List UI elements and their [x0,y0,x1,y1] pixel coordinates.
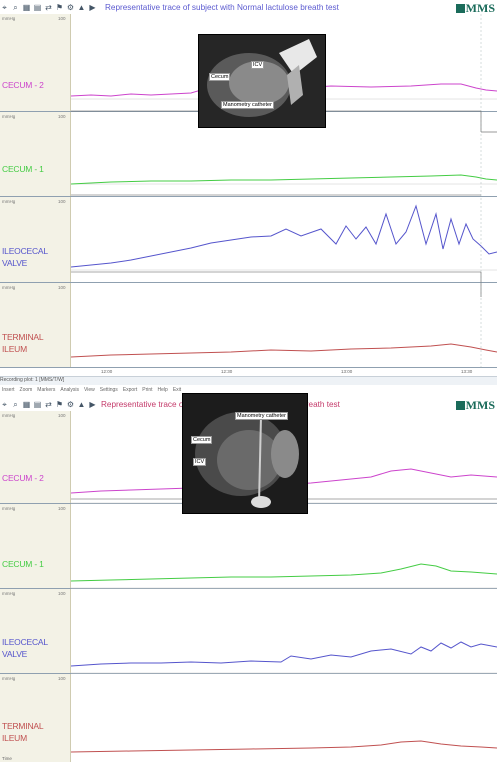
logo-square-icon [455,401,465,410]
logo-square-icon [455,4,465,13]
grid-icon[interactable]: ▦ [22,400,31,409]
callout-catheter: Manometry catheter [221,101,274,109]
callout-icv: ICV [193,458,207,466]
scale-label: 100 [58,16,66,21]
marker-icon[interactable]: ▲ [77,400,86,409]
time-tick: 12:30 [221,369,233,374]
callout-icv: ICV [251,61,265,69]
scale-label: 100 [58,413,66,418]
marker-icon[interactable]: ▲ [77,3,86,12]
menu-item[interactable]: View [84,387,95,395]
bottom-time-label: Time [2,756,12,761]
channel-label-terminal-ileum: TERMINAL ILEUM [2,721,44,743]
flag-icon[interactable]: ⚑ [55,400,64,409]
channel-label-terminal-ileum: TERMINAL ILEUM [2,332,44,354]
run-icon[interactable]: ▶ [88,3,97,12]
unit-label: mmHg [2,591,16,596]
trace-ileocecal [71,204,497,268]
zoom-icon[interactable]: ⌕ [11,400,20,409]
channel-label-cecum-2: CECUM - 2 [2,80,44,90]
menu-item[interactable]: Settings [100,387,118,395]
callout-catheter: Manometry catheter [235,412,288,420]
callout-cecum: Cecum [191,436,213,444]
menu-item[interactable]: Analysis [60,387,79,395]
zoom-in-icon[interactable]: ⌖ [0,400,9,409]
unit-label: mmHg [2,676,16,681]
top-chart-title: Representative trace of subject with Nor… [105,2,339,12]
page-icon[interactable]: ▤ [33,3,42,12]
channel-label-ileocecal-valve: ILEOCECAL VALVE [2,246,48,268]
unit-label: mmHg [2,413,16,418]
unit-label: mmHg [2,16,16,21]
menu-item[interactable]: Exit [173,387,181,395]
trace-ileocecal [71,641,497,667]
trace-terminal-ileum [71,740,497,753]
unit-label: mmHg [2,506,16,511]
menu-item[interactable]: Insert [2,387,15,395]
unit-label: mmHg [2,199,16,204]
menu-item[interactable]: Zoom [20,387,33,395]
flag-icon[interactable]: ⚑ [55,3,64,12]
time-tick: 13:00 [341,369,353,374]
top-endoscopy-image: ICV Cecum Manometry catheter [198,34,326,128]
menu-item[interactable]: Export [123,387,137,395]
scale-label: 100 [58,114,66,119]
trace-cecum-1 [71,563,497,582]
bottom-endoscopy-image: Manometry catheter Cecum ICV [182,393,308,514]
bottom-recording-panel: Insert Zoom Markers Analysis View Settin… [0,381,497,762]
top-label-column [0,14,71,368]
bottom-menubar: Insert Zoom Markers Analysis View Settin… [0,387,181,395]
settings-icon[interactable]: ⚙ [66,3,75,12]
menu-item[interactable]: Help [158,387,168,395]
settings-icon[interactable]: ⚙ [66,400,75,409]
channel-label-ileocecal-valve: ILEOCECAL VALVE [2,637,48,659]
scale-label: 100 [58,285,66,290]
pan-icon[interactable]: ⇄ [44,400,53,409]
scale-label: 100 [58,676,66,681]
zoom-icon[interactable]: ⌕ [11,3,20,12]
page-icon[interactable]: ▤ [33,400,42,409]
menu-item[interactable]: Print [142,387,152,395]
scale-label: 100 [58,199,66,204]
endoscopy-photo-icon [199,35,325,127]
trace-cecum-1 [71,174,497,185]
unit-label: mmHg [2,285,16,290]
bottom-label-column [0,411,71,762]
top-toolbar: ⌖ ⌕ ▦ ▤ ⇄ ⚑ ⚙ ▲ ▶ Representative trace o… [0,0,497,15]
run-icon[interactable]: ▶ [88,400,97,409]
menu-item[interactable]: Markers [37,387,55,395]
unit-label: mmHg [2,114,16,119]
scale-label: 100 [58,506,66,511]
pan-icon[interactable]: ⇄ [44,3,53,12]
channel-label-cecum-1: CECUM - 1 [2,559,44,569]
grid-icon[interactable]: ▦ [22,3,31,12]
trace-terminal-ileum [71,343,497,358]
top-recording-panel: ⌖ ⌕ ▦ ▤ ⇄ ⚑ ⚙ ▲ ▶ Representative trace o… [0,0,497,385]
scale-label: 100 [58,591,66,596]
time-tick: 13:30 [461,369,473,374]
zoom-in-icon[interactable]: ⌖ [0,3,9,12]
channel-label-cecum-2: CECUM - 2 [2,473,44,483]
callout-cecum: Cecum [209,73,231,81]
time-tick: 12:00 [101,369,113,374]
channel-label-cecum-1: CECUM - 1 [2,164,44,174]
